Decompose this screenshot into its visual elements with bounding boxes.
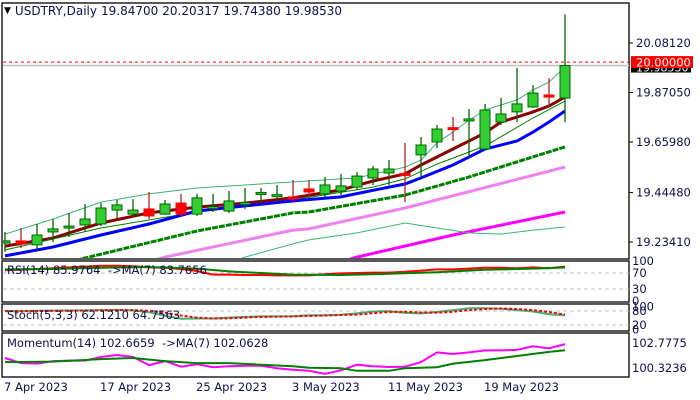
candle-body-bull xyxy=(351,175,363,188)
candle xyxy=(143,192,155,220)
candle-body-bear xyxy=(399,172,411,176)
rsi-axis-label: 70 xyxy=(632,266,647,280)
high-value: 20.20317 xyxy=(162,4,220,18)
candle-body-bull xyxy=(79,218,91,226)
candle-body-bear xyxy=(303,188,315,193)
candle-body-bull xyxy=(383,168,395,174)
candle-body-bear xyxy=(543,94,555,98)
candle-body-bull xyxy=(223,200,235,212)
close-value: 19.98530 xyxy=(284,4,343,18)
x-tick-label: 11 May 2023 xyxy=(388,380,463,394)
candle-body-bull xyxy=(495,113,507,123)
candle-body-bear xyxy=(143,208,155,217)
candle-body-bull xyxy=(511,103,523,113)
candle-body-bull xyxy=(479,109,491,150)
x-tick-label: 7 Apr 2023 xyxy=(4,380,68,394)
candle-body-bull xyxy=(95,207,107,225)
open-value: 19.84700 xyxy=(100,4,159,18)
candle-body-bull xyxy=(63,225,75,229)
ma-magenta-line xyxy=(348,210,566,258)
triangle-down-icon[interactable]: ▼ xyxy=(4,6,11,16)
candle-body-bull xyxy=(527,92,539,108)
rsi-label: RSI(14) 85.9764 ->MA(7) 83.7656 xyxy=(7,263,207,277)
candle-body-bull xyxy=(159,203,171,215)
momentum-axis-label: 100.3236 xyxy=(632,361,687,375)
lower-band-line xyxy=(240,222,566,258)
candle xyxy=(447,117,459,142)
candle-body-bull xyxy=(271,194,283,198)
chart-header: ▼ USDTRY,Daily 19.84700 20.20317 19.7438… xyxy=(4,4,342,18)
y-tick-label: 19.23410 xyxy=(636,235,691,249)
candle xyxy=(175,193,187,216)
candle-body-bull xyxy=(415,144,427,156)
candle xyxy=(383,160,395,185)
candle-body-bull xyxy=(239,202,251,206)
candle-body-bull xyxy=(31,234,43,246)
candle-body-bear xyxy=(287,196,299,200)
momentum-label: Momentum(14) 102.6659 ->MA(7) 102.0628 xyxy=(7,336,269,350)
candle-body-bull xyxy=(255,191,267,195)
momentum-axis-label: 102.7775 xyxy=(632,336,687,350)
candle-body-bull xyxy=(319,184,331,195)
y-tick-label: 20.08120 xyxy=(636,36,691,50)
candle-body-bull xyxy=(367,168,379,179)
candle xyxy=(127,199,139,217)
y-tick-label: 19.87050 xyxy=(636,86,691,100)
candle xyxy=(559,14,571,123)
stoch-axis-label: 80 xyxy=(632,304,647,318)
level-price-label: 20.00000 xyxy=(636,56,691,70)
candle-body-bull xyxy=(207,206,219,210)
candle xyxy=(95,203,107,227)
y-tick-label: 19.65980 xyxy=(636,135,691,149)
candle-body-bull xyxy=(127,209,139,215)
candle-body-bull xyxy=(191,197,203,215)
candle xyxy=(159,200,171,216)
candle xyxy=(495,98,507,126)
candle xyxy=(191,193,203,216)
candle-body-bull xyxy=(431,128,443,143)
x-tick-label: 25 Apr 2023 xyxy=(196,380,267,394)
x-tick-label: 3 May 2023 xyxy=(292,380,360,394)
y-tick-label: 19.44480 xyxy=(636,186,691,200)
stoch-label: Stoch(5,3,3) 62.1210 64.7563 xyxy=(7,308,181,322)
candle xyxy=(479,103,491,150)
low-value: 19.74380 xyxy=(223,4,281,18)
candle-body-bear xyxy=(175,202,187,215)
candle-body-bear xyxy=(15,240,27,245)
candle-body-bull xyxy=(47,228,59,233)
candle xyxy=(31,223,43,251)
candle xyxy=(351,172,363,190)
symbol-label: USDTRY,Daily xyxy=(14,4,97,18)
ma-green-thick-line xyxy=(78,145,566,258)
candle-body-bull xyxy=(463,118,475,122)
candle xyxy=(431,125,443,149)
candle xyxy=(511,67,523,122)
candle xyxy=(111,200,123,219)
candle-body-bull xyxy=(335,185,347,192)
momentum-ma-7--line xyxy=(4,349,566,372)
candle xyxy=(415,137,427,178)
x-tick-label: 17 Apr 2023 xyxy=(100,380,171,394)
candle-body-bull xyxy=(559,65,571,99)
candle-body-bull xyxy=(111,204,123,211)
x-tick-label: 19 May 2023 xyxy=(484,380,559,394)
stoch-axis-label: 0 xyxy=(632,323,639,337)
candle-body-bear xyxy=(447,127,459,131)
candle xyxy=(223,191,235,213)
